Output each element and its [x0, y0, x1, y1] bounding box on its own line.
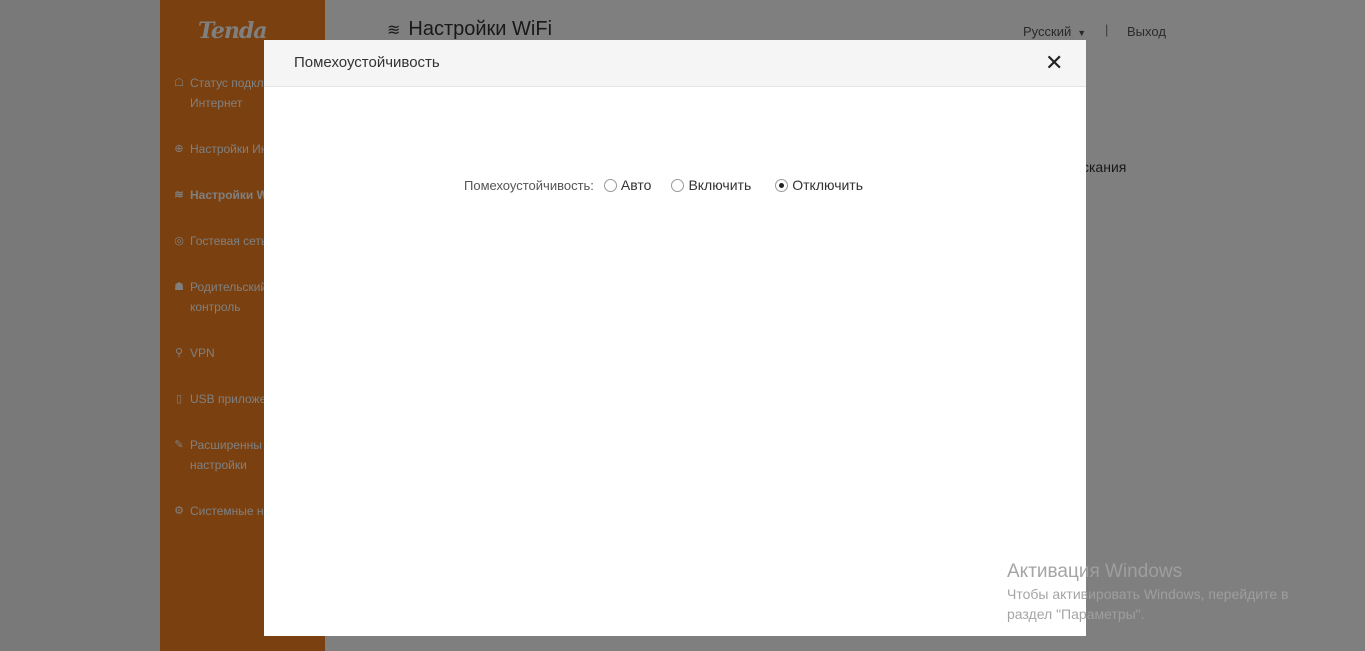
interference-label: Помехоустойчивость:	[464, 177, 594, 193]
watermark-title: Активация Windows	[1007, 561, 1183, 582]
radio-button-disable[interactable]	[775, 178, 789, 192]
dialog-header: Помехоустойчивость ✕	[264, 40, 1086, 87]
radio-disable[interactable]: Отключить	[775, 177, 863, 193]
dialog-title: Помехоустойчивость	[294, 54, 440, 71]
radio-enable[interactable]: Включить	[671, 177, 751, 193]
windows-activation-watermark: Активация Windows Чтобы активировать Win…	[1007, 560, 1289, 624]
interference-dialog: Помехоустойчивость ✕ Помехоустойчивость:…	[264, 40, 1086, 636]
watermark-line-1: Чтобы активировать Windows, перейдите в	[1007, 586, 1289, 602]
radio-button-auto[interactable]	[603, 178, 617, 192]
interference-radio-group: Помехоустойчивость: Авто Включить Отключ…	[464, 177, 883, 193]
radio-enable-label: Включить	[688, 177, 752, 193]
watermark-line-2: раздел "Параметры".	[1007, 606, 1145, 622]
close-icon[interactable]: ✕	[1045, 52, 1063, 76]
radio-disable-label: Отключить	[792, 177, 864, 193]
radio-auto-label: Авто	[620, 177, 652, 193]
radio-auto[interactable]: Авто	[603, 177, 652, 193]
radio-button-enable[interactable]	[671, 178, 685, 192]
